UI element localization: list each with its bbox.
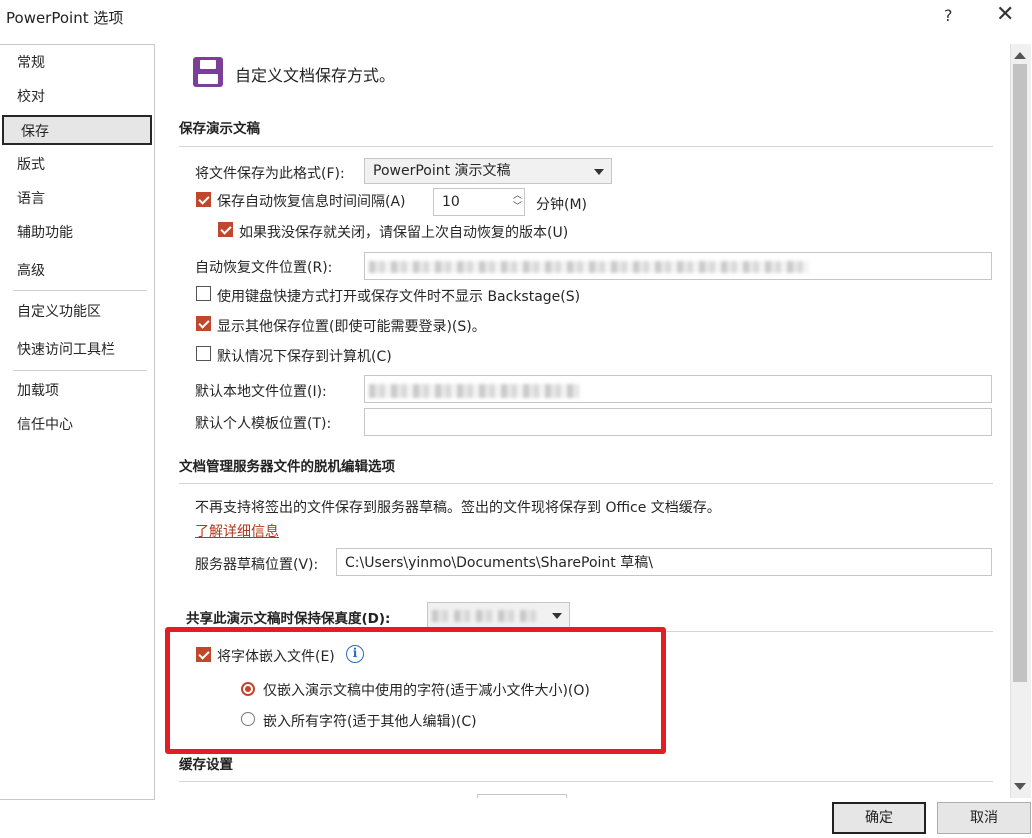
- show-other-locations-checkbox[interactable]: [196, 316, 211, 331]
- scroll-up-icon[interactable]: [1014, 52, 1026, 59]
- section-divider: [179, 483, 993, 484]
- autorecover-label: 保存自动恢复信息时间间隔(A): [217, 194, 406, 210]
- learn-more-link[interactable]: 了解详细信息: [195, 521, 279, 541]
- template-location-input[interactable]: [364, 408, 992, 436]
- sidebar-item-language[interactable]: 语言: [0, 184, 150, 214]
- keyboard-backstage-label: 使用键盘快捷方式打开或保存文件时不显示 Backstage(S): [217, 289, 581, 305]
- keep-last-version-checkbox[interactable]: [218, 222, 233, 237]
- window-title: PowerPoint 选项: [6, 9, 124, 27]
- blurred-value: [432, 610, 537, 622]
- help-icon[interactable]: ?: [944, 6, 953, 25]
- save-icon: [193, 57, 223, 87]
- keep-last-version-label: 如果我没保存就关闭，请保留上次自动恢复的版本(U): [239, 225, 569, 241]
- sidebar-divider: [13, 370, 147, 371]
- chevron-down-icon: [594, 169, 604, 175]
- minutes-label: 分钟(M): [536, 197, 588, 213]
- sidebar: 常规 校对 保存 版式 语言 辅助功能 高级 自定义功能区 快速访问工具栏 加载…: [0, 44, 155, 800]
- drafts-location-input[interactable]: C:\Users\yinmo\Documents\SharePoint 草稿\: [336, 548, 992, 576]
- format-dropdown[interactable]: PowerPoint 演示文稿: [364, 158, 612, 184]
- autorecover-checkbox[interactable]: [196, 192, 211, 207]
- autorecover-location-label: 自动恢复文件位置(R):: [195, 260, 333, 276]
- cache-input-partial[interactable]: [477, 794, 567, 798]
- show-other-locations-label: 显示其他保存位置(即使可能需要登录)(S)。: [217, 319, 486, 335]
- sidebar-item-quick-access-toolbar[interactable]: 快速访问工具栏: [0, 335, 150, 365]
- format-label: 将文件保存为此格式(F):: [195, 166, 345, 182]
- keyboard-backstage-checkbox[interactable]: [196, 286, 211, 301]
- fidelity-dropdown[interactable]: [427, 602, 570, 628]
- section-title-offline: 文档管理服务器文件的脱机编辑选项: [179, 459, 395, 475]
- sidebar-item-save[interactable]: 保存: [2, 115, 152, 145]
- blurred-path: [369, 261, 809, 273]
- section-divider: [179, 146, 993, 147]
- sidebar-item-customize-ribbon[interactable]: 自定义功能区: [0, 297, 150, 327]
- sidebar-item-advanced[interactable]: 高级: [0, 256, 150, 286]
- chevron-up-icon[interactable]: ︿: [513, 191, 522, 201]
- section-title-fidelity: 共享此演示文稿时保持保真度(D):: [186, 611, 391, 627]
- offline-notice: 不再支持将签出的文件保存到服务器草稿。签出的文件现将保存到 Office 文档缓…: [195, 500, 721, 516]
- sidebar-item-trust-center[interactable]: 信任中心: [0, 410, 150, 440]
- autorecover-minutes-stepper[interactable]: 10 ︿ ﹀: [433, 188, 525, 216]
- sidebar-item-addins[interactable]: 加载项: [0, 376, 150, 406]
- section-title-cache: 缓存设置: [179, 757, 233, 773]
- section-title-save: 保存演示文稿: [179, 121, 260, 137]
- section-divider: [179, 781, 993, 782]
- sidebar-item-layout[interactable]: 版式: [0, 150, 150, 180]
- local-location-label: 默认本地文件位置(I):: [195, 384, 327, 400]
- local-location-input[interactable]: [364, 375, 992, 403]
- sidebar-item-proofing[interactable]: 校对: [0, 82, 150, 112]
- save-to-computer-label: 默认情况下保存到计算机(C): [217, 349, 392, 365]
- chevron-down-icon: [552, 613, 562, 619]
- template-location-label: 默认个人模板位置(T):: [195, 416, 332, 432]
- ok-button[interactable]: 确定: [832, 802, 926, 834]
- scrollbar-thumb[interactable]: [1013, 64, 1027, 682]
- sidebar-item-accessibility[interactable]: 辅助功能: [0, 218, 150, 248]
- scroll-down-icon[interactable]: [1014, 783, 1026, 790]
- save-to-computer-checkbox[interactable]: [196, 346, 211, 361]
- drafts-location-value: C:\Users\yinmo\Documents\SharePoint 草稿\: [345, 555, 653, 571]
- chevron-down-icon[interactable]: ﹀: [513, 202, 522, 212]
- cancel-button[interactable]: 取消: [937, 802, 1031, 834]
- sidebar-divider: [13, 290, 147, 291]
- close-icon[interactable]: ✕: [996, 2, 1014, 27]
- sidebar-item-general[interactable]: 常规: [0, 48, 150, 78]
- highlight-box: [165, 627, 666, 754]
- autorecover-minutes-value: 10: [442, 194, 460, 210]
- blurred-path: [369, 384, 579, 398]
- format-dropdown-value: PowerPoint 演示文稿: [373, 163, 511, 179]
- page-title: 自定义文档保存方式。: [235, 66, 396, 85]
- autorecover-location-input[interactable]: [364, 252, 992, 280]
- drafts-location-label: 服务器草稿位置(V):: [195, 557, 319, 573]
